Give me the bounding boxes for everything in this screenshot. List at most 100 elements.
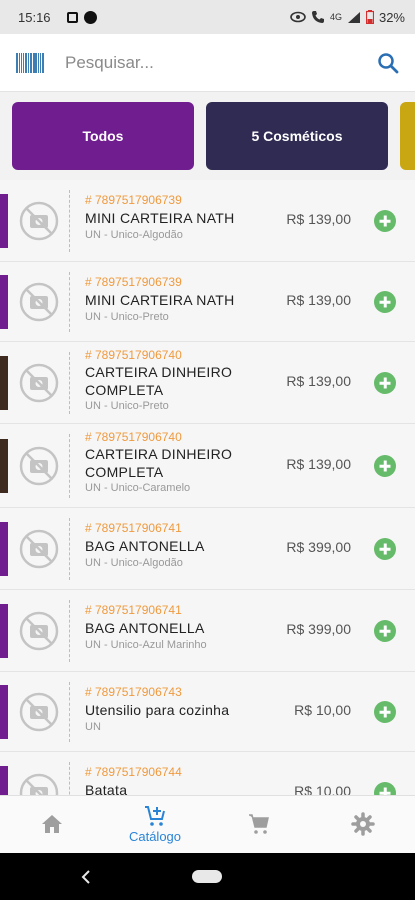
- product-row[interactable]: # 7897517906740 CARTEIRA DINHEIRO COMPLET…: [0, 424, 415, 508]
- add-to-cart-button[interactable]: [374, 372, 396, 394]
- product-row[interactable]: # 7897517906741 BAG ANTONELLA UN - Unico-A…: [0, 508, 415, 590]
- product-row[interactable]: # 7897517906741 BAG ANTONELLA UN - Unico-A…: [0, 590, 415, 672]
- product-price: R$ 10,00: [294, 783, 351, 795]
- search-icon[interactable]: [375, 50, 401, 76]
- search-input[interactable]: [65, 52, 355, 73]
- product-price: R$ 10,00: [294, 702, 351, 718]
- back-chevron-icon[interactable]: [78, 867, 94, 887]
- product-price: R$ 399,00: [286, 539, 351, 555]
- product-row[interactable]: # 7897517906743 Utensilio para cozinha UN R…: [0, 672, 415, 752]
- category-color-strip: [0, 275, 8, 329]
- row-divider: [69, 434, 70, 498]
- notification-dot-icon: [83, 10, 97, 24]
- product-list: # 7897517906739 MINI CARTEIRA NATH UN - Un…: [0, 180, 415, 795]
- product-variant: UN: [85, 721, 101, 733]
- category-color-strip: [0, 766, 8, 795]
- add-to-cart-button[interactable]: [374, 701, 396, 723]
- product-code: # 7897517906739: [85, 193, 182, 207]
- product-code: # 7897517906741: [85, 521, 182, 535]
- product-price: R$ 139,00: [286, 211, 351, 227]
- product-price: R$ 139,00: [286, 456, 351, 472]
- row-divider: [69, 762, 70, 795]
- nav-cart[interactable]: [219, 796, 299, 854]
- category-tab-cosmeticos[interactable]: 5 Cosméticos: [206, 102, 388, 170]
- no-photo-icon: [19, 201, 59, 241]
- nav-catalogo[interactable]: Catálogo: [115, 796, 195, 854]
- search-bar: [0, 34, 415, 92]
- category-tab-label: 5 Cosméticos: [251, 128, 343, 144]
- row-divider: [69, 272, 70, 332]
- home-pill-button[interactable]: [192, 870, 222, 883]
- network-type: 4G: [329, 12, 342, 22]
- product-name: Batata: [85, 782, 128, 795]
- add-to-cart-button[interactable]: [374, 620, 396, 642]
- product-variant: UN - Unico-Preto: [85, 400, 169, 412]
- status-right: 4G 32%: [290, 10, 405, 25]
- row-divider: [69, 600, 70, 662]
- add-to-cart-button[interactable]: [374, 455, 396, 477]
- no-photo-icon: [19, 611, 59, 651]
- product-variant: UN - Unico-Caramelo: [85, 482, 191, 494]
- product-variant: UN - Unico-Algodão: [85, 557, 183, 569]
- product-code: # 7897517906740: [85, 430, 182, 444]
- no-photo-icon: [19, 773, 59, 795]
- product-price: R$ 399,00: [286, 621, 351, 637]
- row-divider: [69, 682, 70, 742]
- bottom-nav: Catálogo: [0, 795, 415, 853]
- signal-icon: [347, 11, 360, 23]
- category-tab-todos[interactable]: Todos: [12, 102, 194, 170]
- gallery-notification-icon: [66, 11, 78, 23]
- eye-icon: [290, 11, 306, 23]
- row-divider: [69, 518, 70, 580]
- product-row[interactable]: # 7897517906739 MINI CARTEIRA NATH UN - Un…: [0, 262, 415, 342]
- call-icon: [311, 11, 324, 23]
- nav-home[interactable]: [12, 796, 92, 854]
- barcode-scanner-icon[interactable]: [16, 52, 44, 73]
- product-code: # 7897517906740: [85, 348, 182, 362]
- product-name: BAG ANTONELLA: [85, 538, 205, 554]
- add-to-cart-button[interactable]: [374, 291, 396, 313]
- product-name: MINI CARTEIRA NATH: [85, 210, 235, 226]
- gear-icon: [351, 812, 375, 836]
- category-tabs: Todos 5 Cosméticos: [0, 92, 415, 180]
- cart-icon: [249, 814, 269, 834]
- product-name: BAG ANTONELLA: [85, 620, 205, 636]
- category-tab-label: Todos: [82, 128, 124, 144]
- cart-add-icon: [145, 806, 165, 826]
- product-row[interactable]: # 7897517906744 Batata R$ 10,00: [0, 752, 415, 795]
- row-divider: [69, 352, 70, 414]
- product-price: R$ 139,00: [286, 373, 351, 389]
- system-nav-bar: [0, 853, 415, 900]
- product-row[interactable]: # 7897517906739 MINI CARTEIRA NATH UN - Un…: [0, 180, 415, 262]
- category-color-strip: [0, 685, 8, 739]
- no-photo-icon: [19, 282, 59, 322]
- product-code: # 7897517906739: [85, 275, 182, 289]
- nav-catalogo-label: Catálogo: [128, 829, 182, 844]
- product-name: CARTEIRA DINHEIRO COMPLETA: [85, 364, 233, 398]
- product-variant: UN - Unico-Preto: [85, 311, 169, 323]
- add-to-cart-button[interactable]: [374, 782, 396, 795]
- battery-level: 32%: [378, 9, 405, 25]
- no-photo-icon: [19, 529, 59, 569]
- category-color-strip: [0, 439, 8, 493]
- product-name: MINI CARTEIRA NATH: [85, 292, 235, 308]
- category-tab-next[interactable]: [400, 102, 415, 170]
- add-to-cart-button[interactable]: [374, 538, 396, 560]
- home-icon: [42, 815, 62, 833]
- product-name: Utensilio para cozinha: [85, 702, 230, 718]
- no-photo-icon: [19, 692, 59, 732]
- category-color-strip: [0, 522, 8, 576]
- product-code: # 7897517906741: [85, 603, 182, 617]
- product-code: # 7897517906744: [85, 765, 182, 779]
- category-color-strip: [0, 194, 8, 248]
- product-row[interactable]: # 7897517906740 CARTEIRA DINHEIRO COMPLET…: [0, 342, 415, 424]
- add-to-cart-button[interactable]: [374, 210, 396, 232]
- row-divider: [69, 190, 70, 252]
- status-bar: 15:16 4G 32%: [0, 0, 415, 34]
- no-photo-icon: [19, 363, 59, 403]
- product-name: CARTEIRA DINHEIRO COMPLETA: [85, 446, 233, 480]
- nav-settings[interactable]: [323, 796, 403, 854]
- no-photo-icon: [19, 446, 59, 486]
- product-code: # 7897517906743: [85, 685, 182, 699]
- product-variant: UN - Unico-Algodão: [85, 229, 183, 241]
